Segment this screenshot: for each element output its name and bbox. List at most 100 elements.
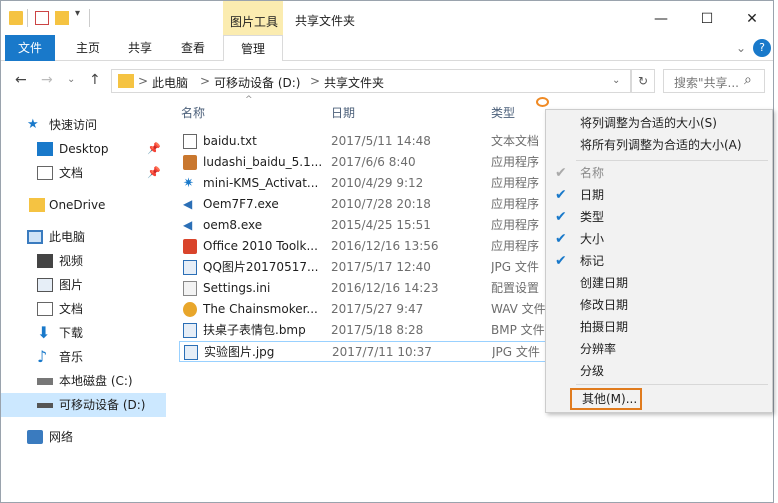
new-folder-icon[interactable] [55,11,69,25]
file-row[interactable]: QQ图片20170517... 2017/5/17 12:40 JPG 文件 [179,257,547,278]
address-box[interactable]: > 此电脑 > 可移动设备 (D:) > 共享文件夹 ⌄ [111,69,631,93]
crumb-separator[interactable]: > [138,74,148,88]
settings-file-icon [183,281,197,296]
context-tab-group-label: 图片工具 [230,15,279,29]
close-button[interactable]: ✕ [730,7,774,31]
menu-item-size[interactable]: ✔ 大小 [546,228,772,250]
document-icon [37,166,53,180]
file-row[interactable]: ludashi_baidu_5.1... 2017/6/6 8:40 应用程序 [179,152,547,173]
explorer-window: ▾ 图片工具 共享文件夹 — ☐ ✕ 文件 主页 共享 查看 管理 ⌄ ? ← … [0,0,774,503]
image-file-icon [183,323,197,338]
pin-icon[interactable]: 📌 [147,161,161,185]
star-icon: ★ [27,117,39,132]
search-input[interactable]: 搜索"共享... ⌕ [663,69,765,93]
maximize-button[interactable]: ☐ [685,7,729,31]
nav-item-network[interactable]: 网络 [1,425,166,449]
nav-item-videos[interactable]: 视频 [1,249,166,273]
file-row-selected[interactable]: 实验图片.jpg 2017/7/11 10:37 JPG 文件 [179,341,547,362]
nav-item-this-pc[interactable]: 此电脑 [1,225,166,249]
nav-item-pictures[interactable]: 图片 [1,273,166,297]
menu-item-date-modified[interactable]: 修改日期 [546,294,772,316]
nav-item-documents[interactable]: 文档 [1,297,166,321]
column-context-menu: 将列调整为合适的大小(S) 将所有列调整为合适的大小(A) ✔ 名称 ✔ 日期 … [545,109,773,413]
picture-icon [37,278,53,292]
app-icon [183,155,197,170]
customize-quick-access-icon[interactable]: ▾ [75,8,89,22]
tab-file[interactable]: 文件 [5,35,55,61]
menu-item-tags[interactable]: ✔ 标记 [546,250,772,272]
download-icon: ⬇ [37,323,51,342]
column-header-name[interactable]: 名称 [181,104,205,121]
tab-manage[interactable]: 管理 [223,35,283,61]
folder-icon [118,74,134,88]
nav-item-quick-access[interactable]: ★ 快速访问 [1,113,166,137]
document-icon [37,302,53,316]
office-icon [183,239,197,254]
menu-item-type[interactable]: ✔ 类型 [546,206,772,228]
nav-item-local-disk-c[interactable]: 本地磁盘 (C:) [1,369,166,393]
nav-item-removable-drive-d[interactable]: 可移动设备 (D:) [1,393,166,417]
menu-item-date-taken[interactable]: 拍摄日期 [546,316,772,338]
menu-item-date-created[interactable]: 创建日期 [546,272,772,294]
computer-icon [27,230,43,244]
crumb-this-pc[interactable]: 此电脑 [152,74,188,91]
menu-item-size-column[interactable]: 将列调整为合适的大小(S) [546,112,772,134]
forward-button[interactable]: → [41,72,53,88]
file-row[interactable]: ◀ Oem7F7.exe 2010/7/28 20:18 应用程序 [179,194,547,215]
menu-item-more[interactable]: 其他(M)... [570,388,642,410]
ribbon-tabs: 文件 主页 共享 查看 管理 ⌄ ? [1,35,773,61]
properties-icon[interactable] [35,11,49,25]
checkmark-icon: ✔ [555,165,567,181]
up-button[interactable]: ↑ [89,72,101,88]
tab-home[interactable]: 主页 [63,35,113,61]
drive-icon [37,378,53,385]
file-row[interactable]: The Chainsmoker... 2017/5/27 9:47 WAV 文件 [179,299,547,320]
folder-icon [29,198,45,212]
search-placeholder: 搜索"共享... [674,76,739,90]
file-row[interactable]: Settings.ini 2016/12/16 14:23 配置设置 [179,278,547,299]
file-row[interactable]: baidu.txt 2017/5/11 14:48 文本文档 [179,131,547,152]
menu-item-size-all-columns[interactable]: 将所有列调整为合适的大小(A) [546,134,772,156]
nav-item-downloads[interactable]: ⬇ 下载 [1,321,166,345]
network-icon [27,430,43,444]
file-row[interactable]: 扶桌子表情包.bmp 2017/5/18 8:28 BMP 文件 [179,320,547,341]
expand-ribbon-icon[interactable]: ⌄ [733,35,749,61]
nav-item-music[interactable]: ♪ 音乐 [1,345,166,369]
pin-icon[interactable]: 📌 [147,137,161,161]
refresh-button[interactable]: ↻ [631,69,655,93]
menu-separator [576,160,768,161]
file-row[interactable]: Office 2010 Toolk... 2016/12/16 13:56 应用… [179,236,547,257]
crumb-removable-drive[interactable]: 可移动设备 (D:) [214,74,300,91]
exe-icon: ◀ [183,218,193,232]
tab-share[interactable]: 共享 [115,35,165,61]
recent-locations-button[interactable]: ⌄ [67,74,75,85]
audio-file-icon [183,302,197,317]
menu-item-dimensions[interactable]: 分辨率 [546,338,772,360]
menu-item-date[interactable]: ✔ 日期 [546,184,772,206]
column-header-type[interactable]: 类型 [491,104,515,121]
tab-view[interactable]: 查看 [167,35,219,61]
minimize-button[interactable]: — [639,7,683,31]
crumb-separator[interactable]: > [200,74,210,88]
menu-item-rating[interactable]: 分级 [546,360,772,382]
checkmark-icon: ✔ [555,253,567,269]
nav-item-documents-pinned[interactable]: 文档 📌 [1,161,166,185]
image-file-icon [183,260,197,275]
nav-item-onedrive[interactable]: OneDrive [1,193,166,217]
menu-separator [576,384,768,385]
checkmark-icon: ✔ [555,187,567,203]
back-button[interactable]: ← [15,72,27,88]
crumb-shared-folder[interactable]: 共享文件夹 [324,74,384,91]
file-row[interactable]: ✷ mini-KMS_Activat... 2010/4/29 9:12 应用程… [179,173,547,194]
file-row[interactable]: ◀ oem8.exe 2015/4/25 15:51 应用程序 [179,215,547,236]
crumb-separator[interactable]: > [310,74,320,88]
navigation-pane: ★ 快速访问 Desktop 📌 文档 📌 OneDrive 此电脑 视频 图片 [1,97,169,502]
folder-icon[interactable] [9,11,23,25]
title-bar: ▾ 图片工具 共享文件夹 — ☐ ✕ [1,1,774,61]
removable-drive-icon [37,403,53,408]
address-dropdown-icon[interactable]: ⌄ [612,75,620,86]
help-icon[interactable]: ? [753,39,771,57]
column-header-date[interactable]: 日期 [331,104,355,121]
address-bar-row: ← → ⌄ ↑ > 此电脑 > 可移动设备 (D:) > 共享文件夹 ⌄ ↻ 搜… [1,63,773,97]
nav-item-desktop[interactable]: Desktop 📌 [1,137,166,161]
